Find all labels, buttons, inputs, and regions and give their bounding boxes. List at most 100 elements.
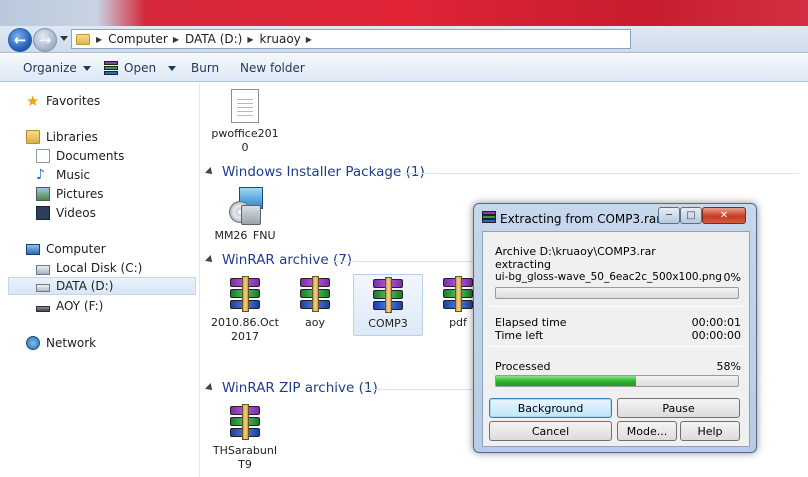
- breadcrumb-kruaoy[interactable]: kruaoy: [260, 32, 301, 46]
- winrar-archive-icon: [226, 276, 264, 314]
- minimize-button[interactable]: ─: [658, 207, 680, 224]
- chevron-down-icon: [82, 65, 91, 71]
- nav-data-drive[interactable]: DATA (D:): [8, 277, 196, 295]
- nav-network[interactable]: Network: [26, 334, 96, 352]
- group-divider: [334, 261, 474, 262]
- file-item[interactable]: THSarabunIT9: [210, 404, 280, 472]
- back-arrow-icon: ←: [13, 31, 27, 49]
- nav-label: Local Disk (C:): [56, 261, 143, 275]
- breadcrumb-data-drive[interactable]: DATA (D:): [185, 32, 242, 46]
- drive-icon: [36, 284, 50, 292]
- group-header-installer[interactable]: Windows Installer Package (1): [205, 164, 425, 180]
- folder-icon: [76, 33, 90, 45]
- nav-local-disk-c[interactable]: Local Disk (C:): [36, 259, 142, 277]
- videos-icon: [36, 206, 50, 220]
- pictures-icon: [36, 187, 50, 201]
- burn-button[interactable]: Burn: [191, 61, 219, 75]
- mode-label: Mode...: [626, 424, 668, 438]
- winrar-archive-icon: [439, 276, 477, 314]
- group-header-winrar[interactable]: WinRAR archive (7): [205, 252, 352, 268]
- cancel-button[interactable]: Cancel: [489, 421, 612, 441]
- nav-label: AOY (F:): [56, 299, 104, 313]
- winrar-icon: [482, 211, 496, 225]
- nav-videos[interactable]: Videos: [36, 204, 96, 222]
- navigation-pane: ★ Favorites Libraries Documents ♪ Music …: [8, 83, 198, 477]
- current-file: ui-bg_gloss-wave_50_6eac2c_500x100.png: [495, 271, 722, 283]
- processed-progress-fill: [496, 376, 637, 386]
- address-bar[interactable]: ▶ Computer ▶ DATA (D:) ▶ kruaoy ▶: [71, 29, 631, 49]
- star-icon: ★: [26, 92, 40, 110]
- nav-label: Videos: [56, 206, 96, 220]
- music-icon: ♪: [36, 167, 45, 183]
- nav-aoy-drive[interactable]: AOY (F:): [36, 297, 103, 315]
- nav-libraries[interactable]: Libraries: [26, 128, 98, 146]
- mode-button[interactable]: Mode...: [617, 421, 677, 441]
- nav-label: DATA (D:): [56, 279, 114, 293]
- processed-progress-bar: [495, 375, 739, 387]
- nav-label: Music: [56, 168, 91, 182]
- group-header-winrar-zip[interactable]: WinRAR ZIP archive (1): [205, 380, 378, 396]
- file-item-selected[interactable]: COMP3: [353, 274, 423, 336]
- breadcrumb-arrow-icon[interactable]: ▶: [247, 35, 253, 44]
- separator: [489, 306, 743, 307]
- file-item[interactable]: aoy: [280, 276, 350, 330]
- file-name: aoy: [305, 316, 325, 329]
- removable-drive-icon: [36, 305, 50, 312]
- document-icon: [231, 89, 259, 123]
- file-item[interactable]: 2010.86.Oct 2017: [210, 276, 280, 344]
- extraction-dialog: Extracting from COMP3.rar ─ □ ✕ Archive …: [473, 203, 757, 453]
- organize-button[interactable]: Organize: [23, 61, 91, 75]
- command-bar: Organize Open Burn New folder: [0, 54, 808, 82]
- nav-label: Computer: [46, 242, 106, 256]
- help-button[interactable]: Help: [680, 421, 740, 441]
- breadcrumb-arrow-icon[interactable]: ▶: [96, 35, 102, 44]
- file-name: COMP3: [368, 317, 408, 330]
- background-button[interactable]: Background: [489, 398, 612, 418]
- collapse-triangle-icon: [205, 255, 215, 265]
- breadcrumb-arrow-icon[interactable]: ▶: [173, 35, 179, 44]
- winrar-archive-icon: [296, 276, 334, 314]
- file-item[interactable]: MM26_FNU: [210, 187, 280, 239]
- libraries-icon: [26, 130, 40, 144]
- nav-pictures[interactable]: Pictures: [36, 185, 104, 203]
- organize-label: Organize: [23, 61, 77, 75]
- file-item[interactable]: pwoffice2010: [210, 89, 280, 155]
- help-label: Help: [697, 424, 723, 438]
- dialog-body: Archive D:\kruaoy\COMP3.rar extracting u…: [482, 231, 750, 447]
- winrar-icon: [104, 61, 118, 75]
- windows-drive-icon: [36, 265, 50, 275]
- open-label: Open: [124, 61, 157, 75]
- recent-pages-dropdown-icon[interactable]: [60, 36, 68, 41]
- breadcrumb-arrow-icon[interactable]: ▶: [306, 35, 312, 44]
- forward-button[interactable]: →: [33, 28, 57, 52]
- nav-favorites[interactable]: ★ Favorites: [26, 92, 100, 110]
- nav-computer[interactable]: Computer: [26, 240, 106, 258]
- dialog-title: Extracting from COMP3.rar: [500, 212, 662, 226]
- cancel-label: Cancel: [531, 424, 570, 438]
- new-folder-button[interactable]: New folder: [240, 61, 305, 75]
- burn-label: Burn: [191, 61, 220, 75]
- open-button[interactable]: Open: [104, 61, 177, 75]
- new-folder-label: New folder: [240, 61, 305, 75]
- collapse-triangle-icon: [205, 167, 215, 177]
- nav-documents[interactable]: Documents: [36, 147, 124, 165]
- close-button[interactable]: ✕: [702, 207, 746, 224]
- group-divider: [404, 173, 799, 174]
- group-title: Windows Installer Package (1): [222, 164, 425, 180]
- action-text: extracting: [495, 258, 552, 271]
- winrar-archive-icon: [369, 277, 407, 315]
- nav-music[interactable]: ♪ Music: [36, 166, 90, 184]
- background-label: Background: [517, 401, 584, 415]
- back-button[interactable]: ←: [8, 28, 32, 52]
- network-icon: [26, 336, 40, 350]
- file-name: pwoffice2010: [211, 127, 279, 154]
- chevron-down-icon: [168, 65, 177, 71]
- forward-arrow-icon: →: [38, 31, 52, 49]
- window-title-bar: [0, 0, 808, 26]
- pause-button[interactable]: Pause: [617, 398, 740, 418]
- nav-label: Libraries: [46, 130, 98, 144]
- processed-percent: 58%: [716, 360, 741, 373]
- maximize-button[interactable]: □: [680, 207, 702, 224]
- breadcrumb-computer[interactable]: Computer: [108, 32, 168, 46]
- archive-path: Archive D:\kruaoy\COMP3.rar: [495, 245, 656, 258]
